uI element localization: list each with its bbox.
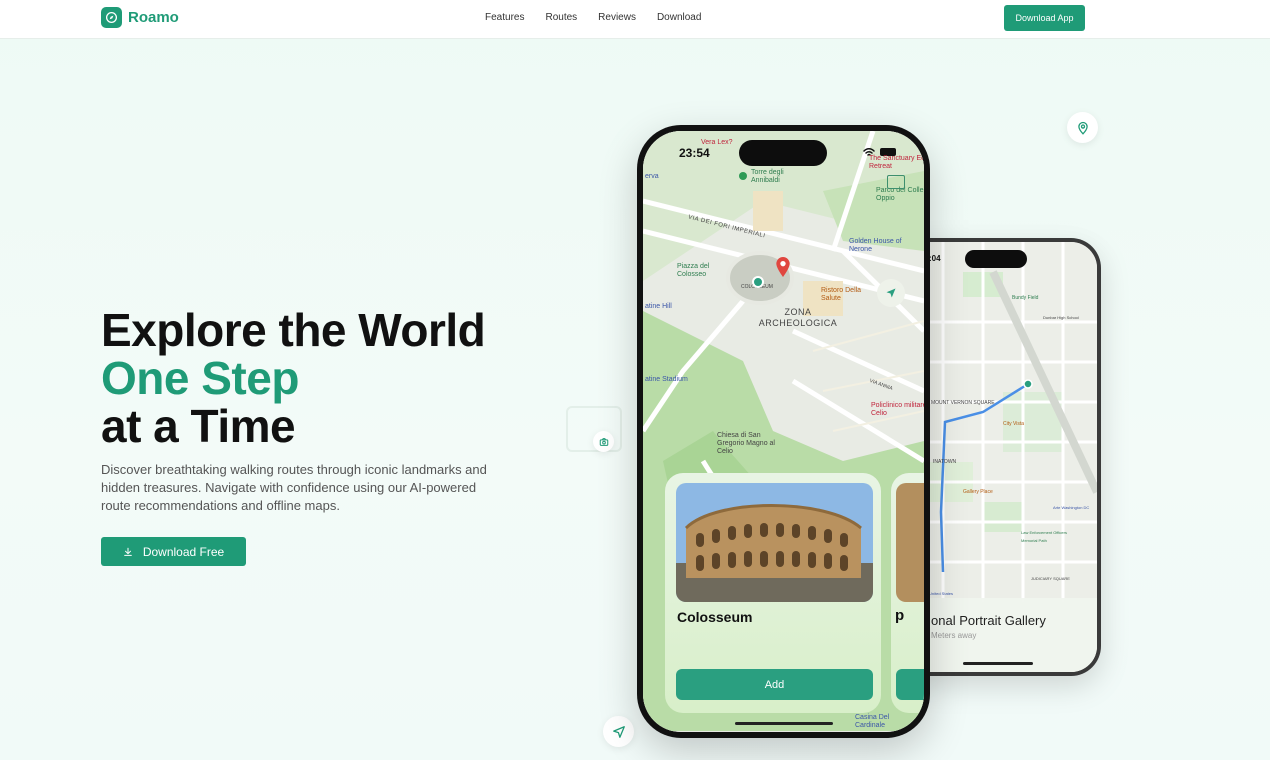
next-place-card[interactable]: p [891,473,924,713]
back-label-city-vista: City Vista [1003,421,1025,427]
download-free-button[interactable]: Download Free [101,537,246,566]
hero-title: Explore the World One Step at a Time [101,304,486,452]
front-label-stadium: atine Stadium [645,376,688,383]
front-label-sanctuary: The Sanctuary Eco Retreat [869,155,924,170]
brand-name: Roamo [128,9,179,26]
torre-pin-icon [739,172,747,180]
front-label-erva: erva [645,173,659,180]
compass-button[interactable] [877,279,905,307]
front-label-parco: Parco del Colle Oppio [876,187,924,202]
colosseum-image [676,483,873,602]
back-label-bundy: Bundy Field [1012,295,1039,301]
front-phone-island [739,140,827,166]
navigation-arrow-icon [612,725,625,738]
front-label-torre: Torre degli Annibaldi [751,169,784,184]
nav-links: Features Routes Reviews Download [485,12,722,23]
next-card-button[interactable] [896,669,924,700]
hero-title-line-2: One Step [101,352,299,404]
map-marker-icon [776,257,790,277]
back-phone-island [965,250,1027,268]
compass-icon [101,7,122,28]
front-label-casina: Casina Del Cardinale [855,714,890,729]
nav-link-reviews[interactable]: Reviews [598,12,636,23]
next-card-image [896,483,924,602]
back-label-judiciary: JUDICIARY SQUARE [1031,576,1070,581]
nav-link-features[interactable]: Features [485,12,524,23]
front-label-vera-lex: Vera Lex? [701,139,733,146]
back-phone-home-bar [963,662,1033,665]
camera-bubble [593,431,614,452]
front-phone: 23:54 Vera Lex? Torre degli Annibaldi Th… [637,125,930,738]
download-icon [123,547,132,556]
map-icon [887,175,905,189]
front-label-palatine: atine Hill [645,303,672,310]
back-phone-time: :04 [929,254,941,263]
location-pin-icon [1077,121,1088,135]
place-card-title: Colosseum [677,609,753,625]
front-label-policlinico: Policlinico militare Celio [871,402,924,417]
current-location-dot [752,276,764,288]
hero-description: Discover breathtaking walking routes thr… [101,462,487,513]
front-label-ristoro: Ristoro Della Salute [821,287,862,302]
next-card-initial: p [895,607,905,624]
camera-icon [599,437,608,446]
front-label-zona: ZONA ARCHEOLOGICA [758,307,838,328]
back-label-arte: Arte Washington DC [1053,505,1090,510]
place-card[interactable]: Colosseum Add [665,473,881,713]
hero-title-line-3: at a Time [101,400,296,452]
back-label-chinatown: INATOWN [933,459,957,465]
download-app-button[interactable]: Download App [1004,5,1085,31]
front-label-piazza: Piazza del Colosseo [677,263,710,278]
front-label-chiesa: Chiesa di San Gregorio Magno al Celio [717,432,775,455]
location-arrow-icon [886,288,896,298]
navigation-bubble [603,716,634,747]
back-label-united-states: United States [929,591,954,596]
back-label-mount-vernon: MOUNT VERNON SQUARE [931,400,995,406]
back-phone-card-title: onal Portrait Gallery [931,613,1046,628]
front-label-golden-house: Golden House of Nerone [849,238,902,253]
nav-link-download[interactable]: Download [657,12,701,23]
add-place-button[interactable]: Add [676,669,873,700]
download-free-label: Download Free [142,544,225,559]
back-label-gallery-place: Gallery Place [963,489,993,495]
location-pin-bubble [1067,112,1098,143]
front-phone-home-bar [735,722,833,725]
back-label-dunbar: Dunbar High School [1043,315,1079,320]
front-phone-screen: 23:54 Vera Lex? Torre degli Annibaldi Th… [643,131,924,732]
back-phone-screen: :04 Bundy Field Dunbar High School MOUNT… [903,242,1097,672]
top-nav: Roamo Features Routes Reviews Download D… [0,0,1270,39]
brand-logo[interactable]: Roamo [101,7,179,28]
nav-link-routes[interactable]: Routes [545,12,577,23]
hero-title-line-1: Explore the World [101,304,486,356]
back-label-law: Law Enforcement Officers Memorial Path [1021,530,1067,543]
back-phone-card-sub: Meters away [931,631,977,640]
front-phone-time: 23:54 [679,146,710,160]
